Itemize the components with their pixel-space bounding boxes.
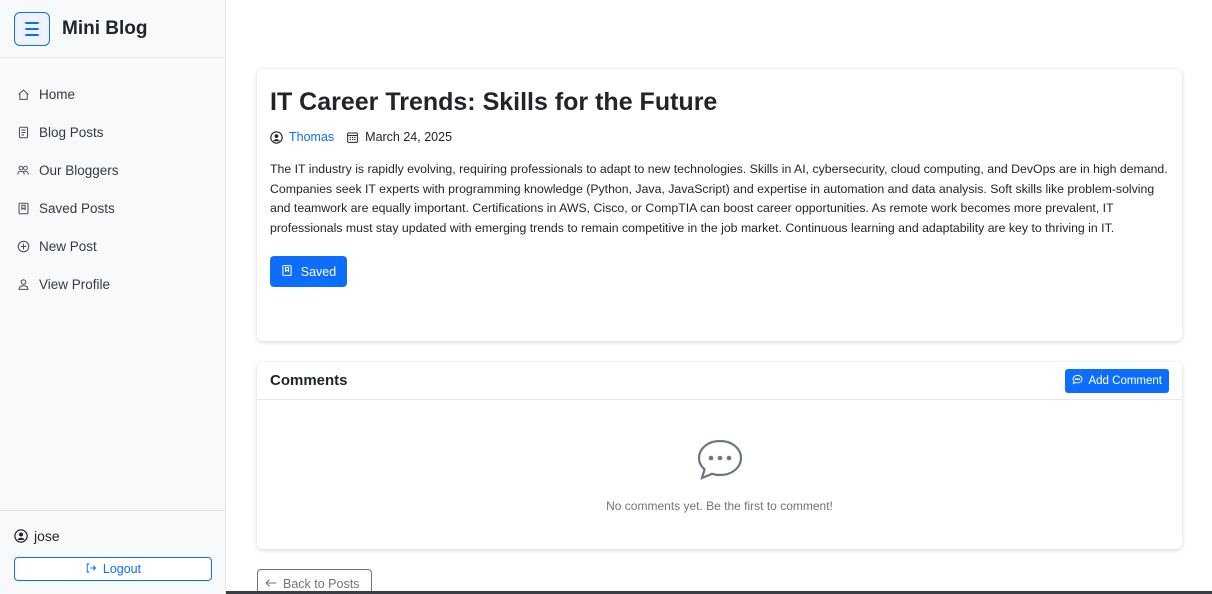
brand-header: Mini Blog — [0, 0, 225, 58]
arrow-left-icon — [265, 577, 277, 591]
sidebar-item-blog-posts[interactable]: Blog Posts — [0, 113, 225, 151]
post-date: March 24, 2025 — [365, 130, 453, 144]
sidebar-item-label: Saved Posts — [39, 200, 115, 216]
file-text-icon — [16, 125, 30, 139]
sidebar-nav: Home Blog Posts Our Bloggers Saved Posts… — [0, 58, 225, 303]
post-meta: Thomas March 24, 2025 — [270, 130, 1169, 144]
comments-empty-state: No comments yet. Be the first to comment… — [257, 400, 1182, 513]
sidebar-item-label: Home — [39, 86, 76, 102]
post-author-link[interactable]: Thomas — [289, 130, 334, 144]
people-icon — [16, 163, 30, 177]
user-circle-icon — [14, 529, 28, 543]
current-user: jose — [0, 511, 225, 544]
no-comments-text: No comments yet. Be the first to comment… — [606, 499, 833, 513]
back-label: Back to Posts — [283, 577, 360, 591]
sidebar-item-home[interactable]: Home — [0, 75, 225, 113]
sidebar: Mini Blog Home Blog Posts Our Bloggers S… — [0, 0, 226, 594]
sidebar-item-label: Our Bloggers — [39, 162, 119, 178]
home-icon — [16, 87, 30, 101]
chat-icon — [1072, 374, 1083, 388]
post-card: IT Career Trends: Skills for the Future … — [257, 69, 1182, 341]
sidebar-item-label: New Post — [39, 238, 97, 254]
comments-card: Comments Add Comment No comments yet. Be… — [257, 362, 1182, 549]
calendar-icon — [346, 131, 359, 144]
hamburger-menu-button[interactable] — [14, 11, 50, 46]
bookmark-icon — [281, 264, 293, 280]
sidebar-item-our-bloggers[interactable]: Our Bloggers — [0, 151, 225, 189]
post-title: IT Career Trends: Skills for the Future — [270, 88, 718, 116]
username: jose — [34, 528, 60, 544]
sidebar-item-label: Blog Posts — [39, 124, 104, 140]
sidebar-item-new-post[interactable]: New Post — [0, 227, 225, 265]
sidebar-item-label: View Profile — [39, 276, 111, 292]
saved-label: Saved — [300, 264, 337, 279]
hamburger-icon — [25, 21, 39, 24]
saved-button[interactable]: Saved — [270, 256, 347, 287]
comments-title: Comments — [270, 372, 348, 389]
bookmark-icon — [16, 201, 30, 215]
logout-button[interactable]: Logout — [14, 557, 212, 581]
logout-icon — [85, 562, 97, 577]
logout-label: Logout — [102, 562, 142, 576]
add-comment-label: Add Comment — [1088, 374, 1162, 387]
chat-dots-icon — [696, 438, 744, 487]
comments-header: Comments Add Comment — [257, 362, 1182, 400]
plus-circle-icon — [16, 239, 30, 253]
user-circle-icon — [270, 130, 283, 144]
post-body: The IT industry is rapidly evolving, req… — [270, 162, 1168, 235]
app-title: Mini Blog — [62, 17, 148, 39]
person-icon — [16, 277, 30, 291]
add-comment-button[interactable]: Add Comment — [1065, 368, 1169, 393]
sidebar-item-view-profile[interactable]: View Profile — [0, 265, 225, 303]
sidebar-footer: jose Logout — [0, 510, 225, 594]
sidebar-item-saved-posts[interactable]: Saved Posts — [0, 189, 225, 227]
